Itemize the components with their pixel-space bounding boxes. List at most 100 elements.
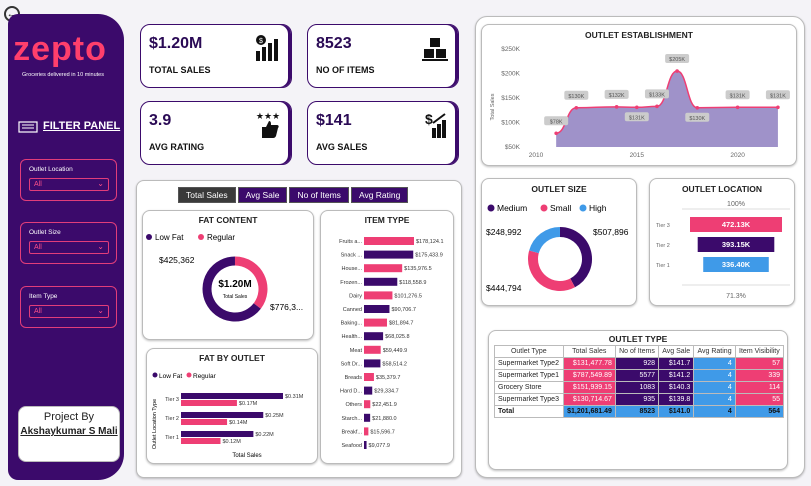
kpi-total-sales: $1.20M TOTAL SALES $ [140,24,292,88]
y-tick-label: $250K [501,46,520,53]
table-cell: 4 [693,357,736,370]
chevron-down-icon: ⌄ [97,179,104,188]
data-label: $130K [568,94,584,100]
table-cell: 57 [734,357,785,370]
outlet-size-slicer[interactable]: Outlet Size All ⌄ [20,222,117,264]
item-type-dropdown[interactable]: All ⌄ [29,305,109,318]
legend-dot-high [579,204,587,212]
data-label: $132K [609,93,625,99]
data-label: $0.14M [229,420,248,426]
dollar-growth-icon: $ [425,111,446,138]
table-cell: $141.0 [658,405,695,418]
table-cell: $787,549.89 [562,369,616,382]
bar-0 [364,237,414,245]
legend-dot-low-fat [146,234,152,240]
legend-regular: Regular [207,233,235,242]
category-label: House... [342,266,363,272]
data-point [655,104,659,109]
category-label: Dairy [349,293,362,299]
zepto-logo: zepto [13,30,107,68]
svg-text:$: $ [259,38,263,45]
data-label: $58,514.2 [382,361,406,367]
bar-12 [364,400,371,409]
fat-content-donut: Low Fat Regular $1.20M Total Sales $425,… [146,233,303,322]
outlet-size-dropdown[interactable]: All ⌄ [29,241,109,254]
data-point [614,105,619,109]
bar-11 [364,386,373,395]
legend-low-fat: Low Fat [159,373,182,380]
tab-avg-sale[interactable]: Avg Sale [237,187,288,203]
category-label: Breakf... [342,429,363,435]
slice-label-low-fat: $776,3... [270,302,303,312]
y-axis-label: Outlet Location Type [152,399,158,449]
item-type-slicer[interactable]: Item Type All ⌄ [20,286,117,328]
table-cell: 564 [734,405,785,418]
outlet-type-table: Outlet Type Total Sales No of Items Avg … [494,345,785,418]
col-header: Total Sales [562,345,616,358]
tab-total-sales[interactable]: Total Sales [178,187,236,203]
kpi-avg-rating: 3.9 AVG RATING ★★★ [140,101,292,165]
table-row: Grocery Store $151,939.15 1083 $140.3 4 114 [494,381,785,394]
slice-label-small: $444,794 [486,283,522,293]
data-label: $68,025.8 [385,334,409,340]
tab-no-of-items[interactable]: No of Items [289,187,349,203]
data-label: $178,124.1 [416,239,444,245]
table-cell: 4 [693,369,736,382]
item-type-panel: ITEM TYPE Fruits a... $178,124.1 Snack ...… [320,210,454,464]
outlet-location-funnel: 100% 71.3% 472.13K Tier 3 393.15K Tier 2 336… [656,201,790,300]
data-label: $0.12M [222,439,241,445]
legend-dot-regular [198,234,204,240]
x-tick-label: 2010 [529,152,544,159]
money-growth-icon: $ [256,35,278,61]
bar-regular [181,419,228,425]
category-label: Meat [350,348,363,354]
outlet-size-panel: OUTLET SIZE Medium Small High $248,992 $… [481,178,637,306]
data-label: $0.31M [285,394,304,400]
slicer-label: Item Type [29,293,58,300]
table-cell: 114 [734,381,785,394]
data-label: $175,433.9 [415,253,443,259]
data-point [574,106,579,110]
category-label: Others [345,402,362,408]
col-header: Avg Rating [693,345,736,358]
bar-14 [364,427,369,436]
table-row: Supermarket Type3 $130,714.67 935 $139.8 4 55 [494,393,785,406]
legend-dot-medium [487,204,495,212]
data-label: $205K [669,57,685,63]
slice-small [528,250,575,291]
slice-medium [559,227,592,288]
x-tick-label: 2015 [630,152,645,159]
slice-high [529,227,561,254]
bar-low-fat [181,412,264,418]
category-label: Health... [342,334,363,340]
table-row: Supermarket Type1 $787,549.89 5577 $141.2 4 3… [494,369,785,382]
fat-content-panel: FAT CONTENT Low Fat Regular $1.20M Total… [142,210,314,340]
category-label: Tier 1 [165,435,179,441]
svg-text:$: $ [425,111,433,127]
category-label: Frozen... [340,280,362,286]
outlet-location-slicer[interactable]: Outlet Location All ⌄ [20,159,117,201]
data-label: $29,334.7 [374,389,398,395]
category-label: Soft Dr... [341,361,363,367]
data-label: 472.13K [722,220,751,229]
category-label: Tier 3 [165,397,179,403]
boxes-icon [422,38,448,61]
kpi-label: TOTAL SALES [149,65,211,75]
data-point [776,105,780,110]
table-cell: 8523 [614,405,660,418]
svg-text:★★★: ★★★ [256,111,280,121]
table-cell: $139.8 [658,393,695,406]
bar-5 [364,305,390,313]
data-label: $101,276.5 [394,293,422,299]
bar-1 [364,250,414,259]
category-label: Tier 2 [656,243,670,249]
kpi-avg-sales: $141 AVG SALES $ [307,101,459,165]
outlet-location-dropdown[interactable]: All ⌄ [29,178,109,191]
legend-high: High [589,203,607,213]
donut-center-value: $1.20M [218,279,251,290]
project-author: Akshaykumar S Mali [20,426,118,437]
y-axis-label: Total Sales [490,93,496,120]
funnel-bottom-percent: 71.3% [726,293,746,300]
table-header-row: Outlet Type Total Sales No of Items Avg … [494,345,785,358]
tab-avg-rating[interactable]: Avg Rating [350,187,409,203]
